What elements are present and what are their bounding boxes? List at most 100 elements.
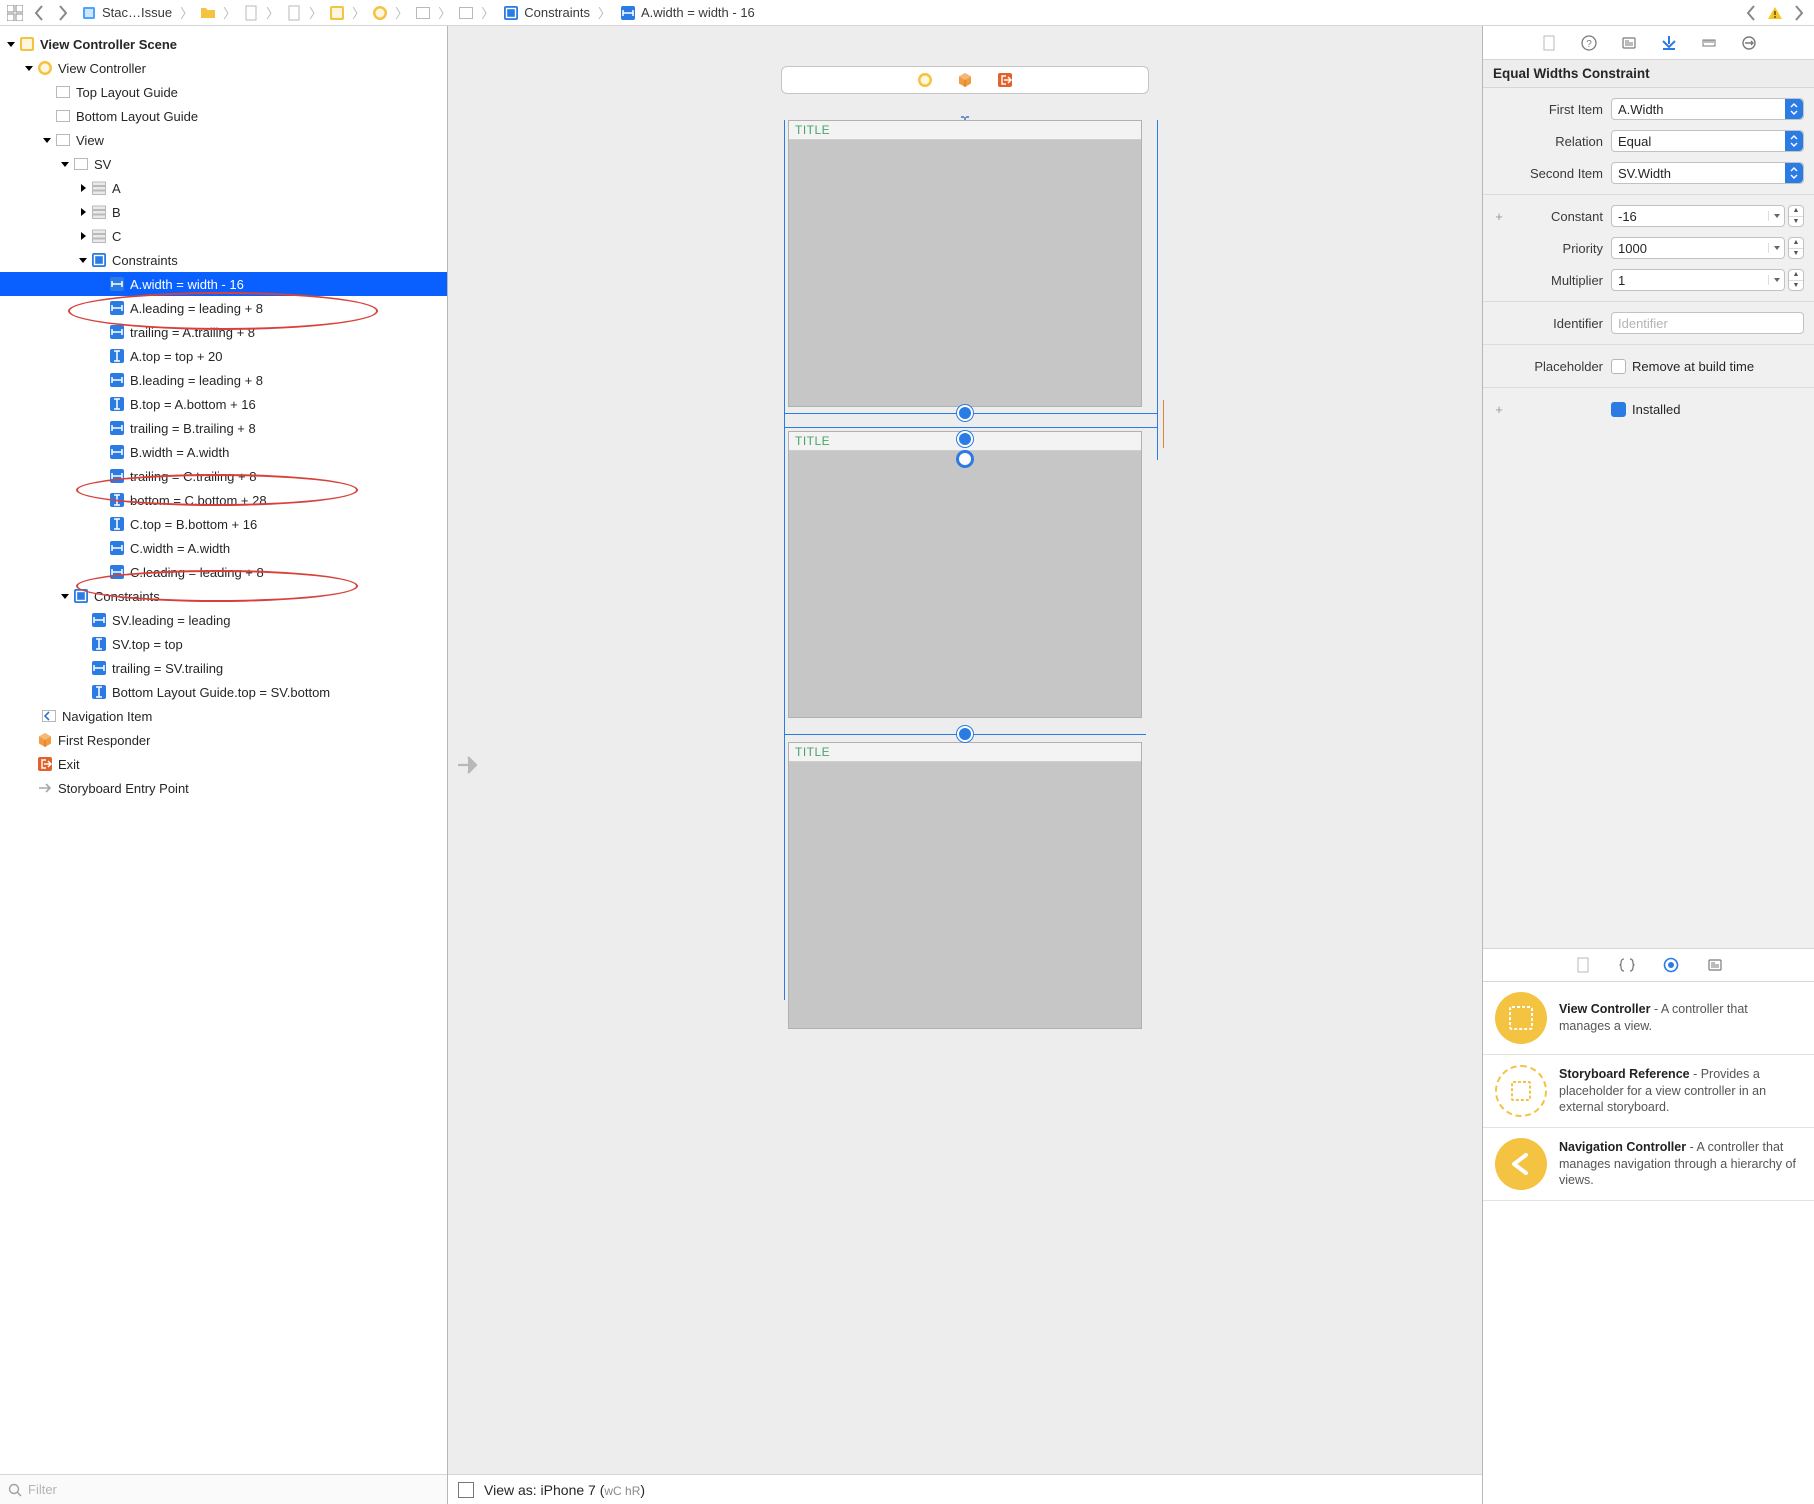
outline-top-layout-guide[interactable]: Top Layout Guide bbox=[0, 80, 447, 104]
outline-sv-constraints-group[interactable]: Constraints bbox=[0, 248, 447, 272]
crumb-project[interactable]: Stac…Issue bbox=[78, 4, 174, 22]
outline-constraint[interactable]: A.top = top + 20 bbox=[0, 344, 447, 368]
outline-constraint[interactable]: bottom = C.bottom + 28 bbox=[0, 488, 447, 512]
history-forward-icon[interactable] bbox=[1790, 4, 1808, 22]
outline-viewcontroller[interactable]: View Controller bbox=[0, 56, 447, 80]
installed-checkbox[interactable] bbox=[1611, 402, 1626, 417]
outline-scene[interactable]: View Controller Scene bbox=[0, 32, 447, 56]
nav-back-icon[interactable] bbox=[30, 4, 48, 22]
attributes-inspector-tab-icon[interactable] bbox=[1658, 32, 1680, 54]
constant-stepper[interactable]: ▲▼ bbox=[1788, 205, 1804, 227]
file-inspector-tab-icon[interactable] bbox=[1538, 32, 1560, 54]
caret-down-icon[interactable] bbox=[1768, 243, 1784, 253]
view-icon[interactable] bbox=[457, 4, 475, 22]
relation-select[interactable]: Equal bbox=[1611, 130, 1804, 152]
outline-constraint[interactable]: SV.leading = leading bbox=[0, 608, 447, 632]
view-as-bar[interactable]: View as: iPhone 7 (wC hR) bbox=[448, 1474, 1482, 1504]
identity-inspector-tab-icon[interactable] bbox=[1618, 32, 1640, 54]
add-variation-icon[interactable]: + bbox=[1493, 209, 1505, 224]
canvas-view-a[interactable]: TITLE bbox=[788, 120, 1142, 407]
folder-icon[interactable] bbox=[199, 4, 217, 22]
caret-down-icon[interactable] bbox=[1768, 275, 1784, 285]
vc-dock-icon[interactable] bbox=[917, 72, 933, 88]
first-responder-dock-icon[interactable] bbox=[957, 72, 973, 88]
library-item-navigation-controller[interactable]: Navigation Controller - A controller tha… bbox=[1483, 1128, 1814, 1201]
outline-b[interactable]: B bbox=[0, 200, 447, 224]
constraint-indicator-icon[interactable] bbox=[957, 451, 973, 467]
outline-exit[interactable]: Exit bbox=[0, 752, 447, 776]
page-icon[interactable] bbox=[242, 4, 260, 22]
related-items-icon[interactable] bbox=[6, 4, 24, 22]
code-snippets-tab-icon[interactable] bbox=[1616, 954, 1638, 976]
priority-field[interactable]: 1000 bbox=[1611, 237, 1785, 259]
add-variation-icon[interactable]: + bbox=[1493, 402, 1505, 417]
document-outline[interactable]: View Controller Scene View Controller To… bbox=[0, 26, 448, 1504]
multiplier-stepper[interactable]: ▲▼ bbox=[1788, 269, 1804, 291]
outline-constraint[interactable]: B.leading = leading + 8 bbox=[0, 368, 447, 392]
outline-constraint-a-width[interactable]: A.width = width - 16 bbox=[0, 272, 447, 296]
interface-builder-canvas[interactable]: TITLE TITLE bbox=[448, 26, 1482, 1504]
outline-navigation-item[interactable]: Navigation Item bbox=[0, 704, 447, 728]
outline-constraint[interactable]: trailing = A.trailing + 8 bbox=[0, 320, 447, 344]
object-library-tab-icon[interactable] bbox=[1660, 954, 1682, 976]
size-inspector-tab-icon[interactable] bbox=[1698, 32, 1720, 54]
crumb-selected-constraint[interactable]: A.width = width - 16 bbox=[617, 4, 757, 22]
outline-constraint[interactable]: trailing = SV.trailing bbox=[0, 656, 447, 680]
outline-constraint[interactable]: B.top = A.bottom + 16 bbox=[0, 392, 447, 416]
outline-constraint[interactable]: C.top = B.bottom + 16 bbox=[0, 512, 447, 536]
file-template-tab-icon[interactable] bbox=[1572, 954, 1594, 976]
outline-constraint[interactable]: A.leading = leading + 8 bbox=[0, 296, 447, 320]
canvas-view-b[interactable]: TITLE bbox=[788, 431, 1142, 718]
constant-field[interactable]: -16 bbox=[1611, 205, 1785, 227]
crumb-constraints[interactable]: Constraints bbox=[500, 4, 592, 22]
outline-a[interactable]: A bbox=[0, 176, 447, 200]
outline-constraint-c-width[interactable]: C.width = A.width bbox=[0, 536, 447, 560]
multiplier-field[interactable]: 1 bbox=[1611, 269, 1785, 291]
issues-warning-icon[interactable] bbox=[1766, 4, 1784, 22]
media-library-tab-icon[interactable] bbox=[1704, 954, 1726, 976]
scene-icon[interactable] bbox=[328, 4, 346, 22]
quick-help-tab-icon[interactable] bbox=[1578, 32, 1600, 54]
outline-filter[interactable] bbox=[0, 1474, 447, 1504]
jump-bar[interactable]: Stac…Issue 〉 〉 〉 〉 〉 〉 〉 〉 Constraints 〉… bbox=[0, 0, 1814, 26]
constraint-indicator-icon[interactable] bbox=[957, 726, 973, 742]
scene-dock[interactable] bbox=[781, 66, 1149, 94]
object-library-list[interactable]: View Controller - A controller that mana… bbox=[1483, 982, 1814, 1504]
view-icon[interactable] bbox=[414, 4, 432, 22]
outline-constraint[interactable]: trailing = C.trailing + 8 bbox=[0, 464, 447, 488]
outline-constraint-b-width[interactable]: B.width = A.width bbox=[0, 440, 447, 464]
outline-filter-input[interactable] bbox=[28, 1482, 439, 1497]
outline-constraint[interactable]: trailing = B.trailing + 8 bbox=[0, 416, 447, 440]
priority-stepper[interactable]: ▲▼ bbox=[1788, 237, 1804, 259]
constraint-indicator-icon[interactable] bbox=[957, 431, 973, 447]
outline-bottom-layout-guide[interactable]: Bottom Layout Guide bbox=[0, 104, 447, 128]
constraint-h-icon bbox=[108, 467, 126, 485]
outline-toggle-icon[interactable] bbox=[458, 1482, 474, 1498]
outline-constraint[interactable]: SV.top = top bbox=[0, 632, 447, 656]
library-tabs[interactable] bbox=[1483, 948, 1814, 982]
exit-dock-icon[interactable] bbox=[997, 72, 1013, 88]
first-item-select[interactable]: A.Width bbox=[1611, 98, 1804, 120]
library-item-storyboard-reference[interactable]: Storyboard Reference - Provides a placeh… bbox=[1483, 1055, 1814, 1128]
history-back-icon[interactable] bbox=[1742, 4, 1760, 22]
remove-at-build-time-checkbox[interactable] bbox=[1611, 359, 1626, 374]
outline-entry-point[interactable]: Storyboard Entry Point bbox=[0, 776, 447, 800]
outline-view-constraints-group[interactable]: Constraints bbox=[0, 584, 447, 608]
outline-constraint[interactable]: C.leading = leading + 8 bbox=[0, 560, 447, 584]
outline-c[interactable]: C bbox=[0, 224, 447, 248]
vc-icon[interactable] bbox=[371, 4, 389, 22]
library-item-view-controller[interactable]: View Controller - A controller that mana… bbox=[1483, 982, 1814, 1055]
outline-sv[interactable]: SV bbox=[0, 152, 447, 176]
canvas-view-c[interactable]: TITLE bbox=[788, 742, 1142, 1029]
inspector-tabs[interactable] bbox=[1483, 26, 1814, 60]
connections-inspector-tab-icon[interactable] bbox=[1738, 32, 1760, 54]
caret-down-icon[interactable] bbox=[1768, 211, 1784, 221]
outline-first-responder[interactable]: First Responder bbox=[0, 728, 447, 752]
outline-view[interactable]: View bbox=[0, 128, 447, 152]
identifier-input[interactable] bbox=[1611, 312, 1804, 334]
constraint-indicator-icon[interactable] bbox=[957, 405, 973, 421]
nav-forward-icon[interactable] bbox=[54, 4, 72, 22]
second-item-select[interactable]: SV.Width bbox=[1611, 162, 1804, 184]
outline-constraint[interactable]: Bottom Layout Guide.top = SV.bottom bbox=[0, 680, 447, 704]
page-icon[interactable] bbox=[285, 4, 303, 22]
